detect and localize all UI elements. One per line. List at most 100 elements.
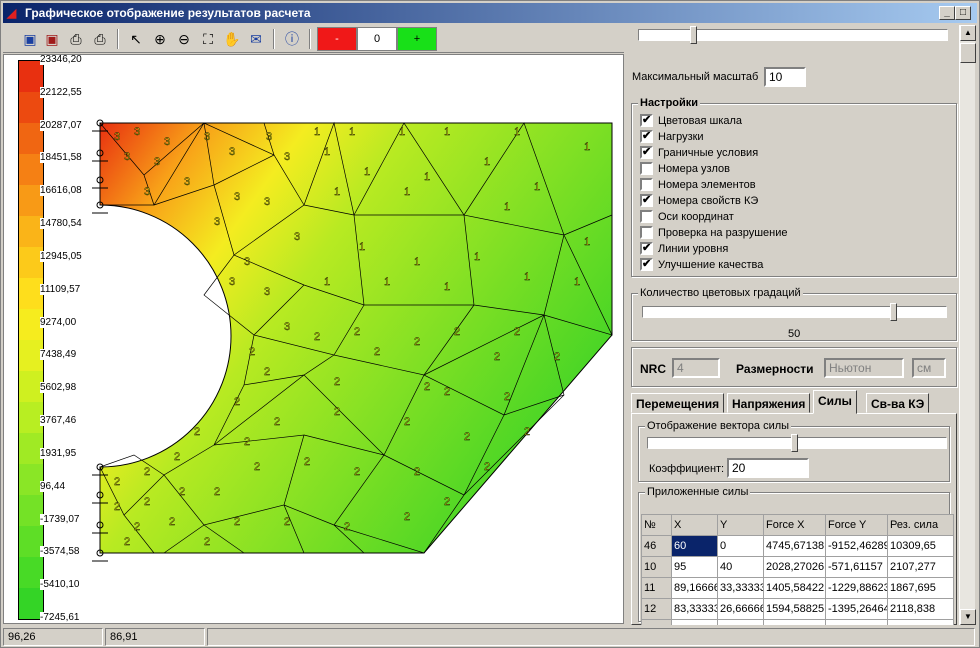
grid-cell[interactable]: 4745,67138	[763, 535, 826, 557]
grid-cell[interactable]: 89,16666	[671, 577, 718, 599]
setting-checkbox[interactable]: Проверка на разрушение	[640, 226, 788, 242]
grid-cell[interactable]: 1851,92773	[763, 619, 826, 625]
grid-cell[interactable]: 12	[641, 598, 672, 620]
setting-checkbox[interactable]: ✔ Граничные условия	[640, 146, 758, 162]
grid-cell[interactable]: 2118,838	[887, 598, 954, 620]
scroll-down-icon[interactable]: ▼	[960, 609, 976, 625]
minimize-button[interactable]: _	[939, 6, 955, 20]
tab-displacements[interactable]: Перемещения	[631, 393, 725, 413]
force-unit-input[interactable]: Ньютон	[824, 358, 904, 378]
save-as-icon[interactable]: ▣	[41, 28, 63, 50]
scroll-up-icon[interactable]: ▲	[960, 25, 976, 41]
grid-cell[interactable]: -1229,88623	[825, 577, 888, 599]
zoom-fit-icon[interactable]: ⛶	[197, 28, 219, 50]
grid-cell[interactable]: 1867,695	[887, 577, 954, 599]
grid-cell[interactable]: -1395,26464	[825, 598, 888, 620]
vertical-scrollbar[interactable]: ▲ ▼	[959, 25, 976, 625]
grid-header[interactable]: №	[641, 514, 672, 536]
checkbox-label: Граничные условия	[658, 146, 759, 159]
grid-cell[interactable]: 11	[641, 577, 672, 599]
checkbox-box[interactable]: ✔	[640, 146, 653, 159]
grid-cell[interactable]: 46	[641, 535, 672, 557]
table-row[interactable]: 12 83,33333 26,66666 1594,58825 -1395,26464 2…	[641, 598, 954, 620]
tab-forces[interactable]: Силы	[813, 390, 857, 414]
checkbox-box[interactable]	[640, 178, 653, 191]
grid-cell[interactable]: 0	[717, 535, 764, 557]
length-unit-input[interactable]: см	[912, 358, 946, 378]
svg-text:2: 2	[114, 476, 120, 488]
scale-slider-thumb[interactable]	[690, 26, 697, 44]
grid-header[interactable]: X	[671, 514, 718, 536]
setting-checkbox[interactable]: ✔ Улучшение качества	[640, 258, 763, 274]
grid-cell[interactable]: 10	[641, 556, 672, 578]
grid-cell[interactable]: 2107,277	[887, 556, 954, 578]
grid-cell[interactable]: 1594,58825	[763, 598, 826, 620]
setting-checkbox[interactable]: ✔ Цветовая шкала	[640, 114, 742, 130]
maximize-button[interactable]: □	[955, 6, 971, 20]
zoom-out-icon[interactable]: ⊖	[173, 28, 195, 50]
grid-header[interactable]: Y	[717, 514, 764, 536]
grid-cell[interactable]: 26,66666	[717, 598, 764, 620]
close-button[interactable]	[973, 6, 977, 20]
checkbox-box[interactable]: ✔	[640, 194, 653, 207]
checkbox-box[interactable]: ✔	[640, 114, 653, 127]
grid-cell[interactable]: 95	[671, 556, 718, 578]
grid-header[interactable]: Force X	[763, 514, 826, 536]
print-icon[interactable]: ⎙	[89, 28, 111, 50]
grid-cell[interactable]: 2028,27026	[763, 556, 826, 578]
forces-grid[interactable]: № X Y Force X Force Y Рез. сила 46 60 0 4745,6713…	[641, 514, 954, 625]
setting-checkbox[interactable]: ✔ Линии уровня	[640, 242, 728, 258]
grid-cell[interactable]: 1405,58422	[763, 577, 826, 599]
setting-checkbox[interactable]: Оси координат	[640, 210, 734, 226]
table-row[interactable]: 1377,5201851,92773-1620,436762460,782	[641, 619, 954, 625]
gradations-slider-track[interactable]	[642, 306, 947, 318]
tab-stresses[interactable]: Напряжения	[727, 393, 811, 413]
grid-header[interactable]: Рез. сила	[887, 514, 954, 536]
max-scale-input[interactable]: 10	[764, 67, 806, 87]
grid-header[interactable]: Force Y	[825, 514, 888, 536]
setting-checkbox[interactable]: Номера элементов	[640, 178, 756, 194]
setting-checkbox[interactable]: ✔ Нагрузки	[640, 130, 704, 146]
checkbox-box[interactable]: ✔	[640, 258, 653, 271]
mail-icon[interactable]: ✉	[245, 28, 267, 50]
zoom-in-icon[interactable]: ⊕	[149, 28, 171, 50]
color-minus-button[interactable]: -	[317, 27, 357, 51]
result-canvas[interactable]: 23346,20 22122,55 20287,07 18451,58 16616,08…	[3, 54, 624, 624]
vector-slider-thumb[interactable]	[791, 434, 798, 452]
print-preview-icon[interactable]: ⎙	[65, 28, 87, 50]
checkbox-box[interactable]	[640, 210, 653, 223]
pointer-icon[interactable]: ↖	[125, 28, 147, 50]
color-plus-button[interactable]: +	[397, 27, 437, 51]
grid-cell[interactable]: 10309,65	[887, 535, 954, 557]
grid-cell[interactable]: 77,5	[671, 619, 718, 625]
grid-cell[interactable]: 2460,782	[887, 619, 954, 625]
coef-input[interactable]: 20	[727, 458, 809, 478]
setting-checkbox[interactable]: ✔ Номера свойств КЭ	[640, 194, 758, 210]
scroll-thumb[interactable]	[960, 43, 976, 63]
grid-cell[interactable]: 40	[717, 556, 764, 578]
grid-cell[interactable]: 33,33333	[717, 577, 764, 599]
nrc-input[interactable]: 4	[672, 358, 720, 378]
save-icon[interactable]: ▣	[19, 28, 41, 50]
checkbox-box[interactable]: ✔	[640, 242, 653, 255]
grid-cell[interactable]: -9152,46289	[825, 535, 888, 557]
grid-cell[interactable]: -571,61157	[825, 556, 888, 578]
table-row[interactable]: 11 89,16666 33,33333 1405,58422 -1229,88623 1…	[641, 577, 954, 599]
setting-checkbox[interactable]: Номера узлов	[640, 162, 730, 178]
tab-fe-properties[interactable]: Св-ва КЭ	[866, 393, 930, 413]
grid-cell[interactable]: 60	[671, 535, 718, 557]
grid-cell[interactable]: 13	[641, 619, 672, 625]
color-zero-button[interactable]: 0	[357, 27, 397, 51]
grid-cell[interactable]: 83,33333	[671, 598, 718, 620]
table-row[interactable]: 46 60 0 4745,67138 -9152,46289 10309,65	[641, 535, 954, 557]
table-row[interactable]: 10 95 40 2028,27026 -571,61157 2107,277	[641, 556, 954, 578]
scale-slider-track[interactable]	[638, 29, 948, 41]
info-icon[interactable]: ⓘ	[281, 28, 303, 50]
gradations-slider-thumb[interactable]	[890, 303, 897, 321]
pan-hand-icon[interactable]: ✋	[221, 28, 243, 50]
checkbox-box[interactable]	[640, 226, 653, 239]
checkbox-box[interactable]: ✔	[640, 130, 653, 143]
checkbox-box[interactable]	[640, 162, 653, 175]
grid-cell[interactable]: -1620,43676	[825, 619, 888, 625]
grid-cell[interactable]: 20	[717, 619, 764, 625]
